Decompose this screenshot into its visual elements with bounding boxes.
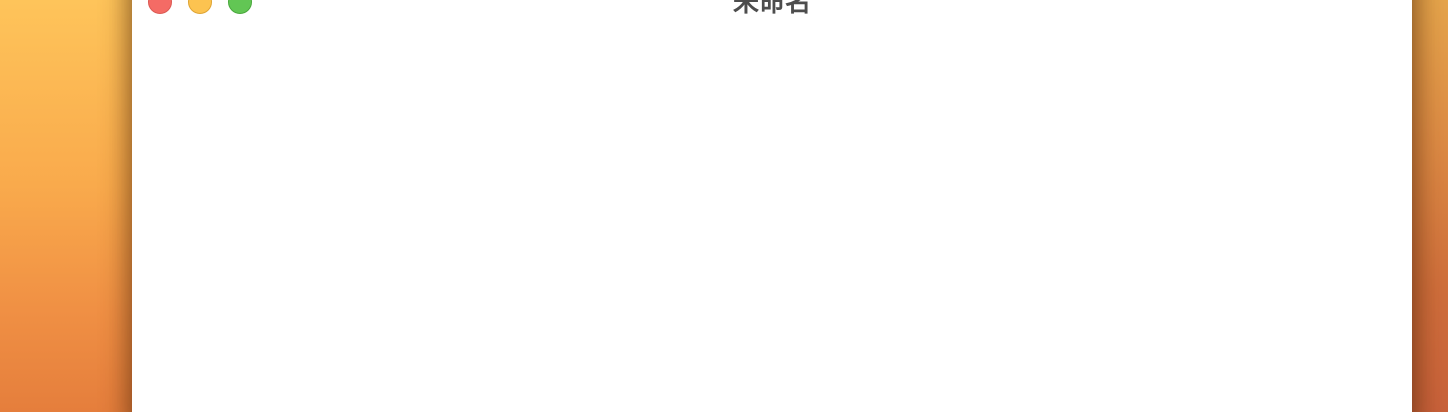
desktop-background-right bbox=[1412, 0, 1448, 412]
window-titlebar[interactable]: 未命名 bbox=[132, 0, 1412, 18]
document-canvas[interactable] bbox=[132, 16, 1412, 412]
minimize-icon[interactable] bbox=[188, 0, 212, 14]
app-window: 未命名 bbox=[132, 0, 1412, 412]
zoom-icon[interactable] bbox=[228, 0, 252, 14]
desktop-background-left bbox=[0, 0, 132, 412]
close-icon[interactable] bbox=[148, 0, 172, 14]
